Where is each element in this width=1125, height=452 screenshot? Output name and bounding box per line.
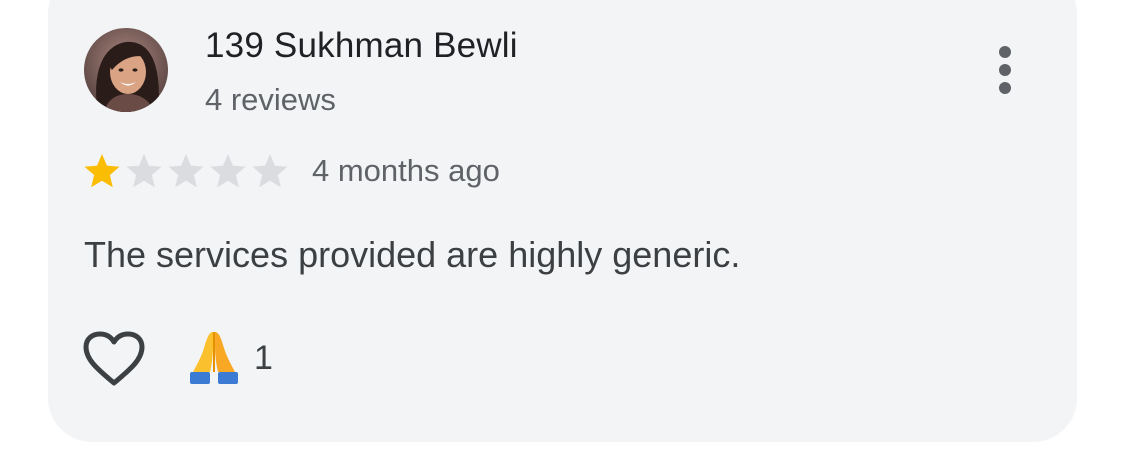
star-empty-icon: [252, 154, 288, 188]
star-empty-icon: [126, 154, 162, 188]
more-options-button[interactable]: [985, 42, 1025, 98]
star-empty-icon: [168, 154, 204, 188]
star-rating: [82, 151, 290, 191]
reaction-count: 1: [254, 338, 273, 377]
heart-outline-icon: [83, 331, 145, 386]
star-filled-icon: [84, 154, 120, 188]
reviewer-name[interactable]: 139 Sukhman Bewli: [205, 26, 518, 66]
more-vertical-icon-dot: [999, 82, 1011, 94]
reviewer-avatar[interactable]: [84, 28, 168, 112]
avatar-image: [84, 28, 168, 112]
review-text: The services provided are highly generic…: [84, 234, 741, 275]
reviewer-review-count: 4 reviews: [205, 82, 336, 117]
star-empty-icon: [210, 154, 246, 188]
more-vertical-icon-dot: [999, 64, 1011, 76]
reaction-button[interactable]: 1: [184, 328, 273, 388]
like-button[interactable]: [82, 330, 146, 388]
review-time: 4 months ago: [312, 153, 500, 188]
folded-hands-icon: [184, 328, 244, 388]
more-vertical-icon-dot: [999, 46, 1011, 58]
